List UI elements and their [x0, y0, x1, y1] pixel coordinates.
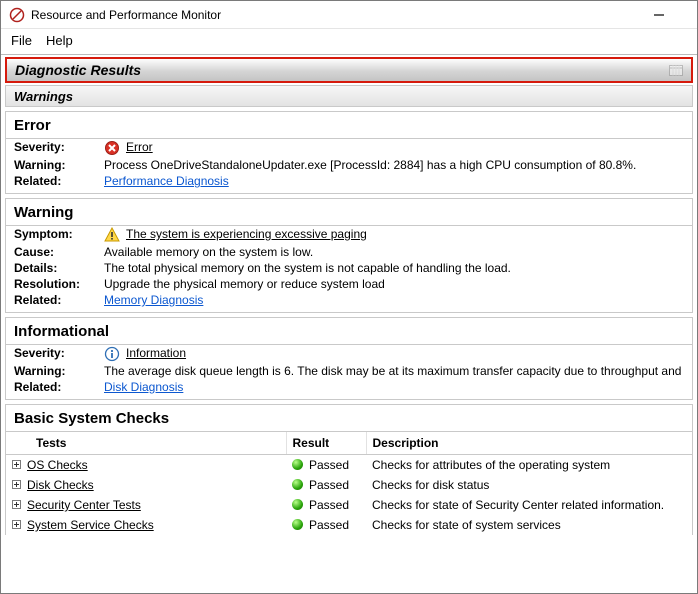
- info-panel: Informational Severity: Information Warn…: [5, 317, 693, 400]
- expand-icon[interactable]: [12, 520, 21, 529]
- error-related-label: Related:: [14, 174, 104, 188]
- error-warning-text: Process OneDriveStandaloneUpdater.exe [P…: [104, 158, 636, 172]
- error-panel: Error Severity: Error Warning: Process O…: [5, 111, 693, 194]
- checks-table: Tests Result Description OS Checks Passed…: [6, 432, 692, 535]
- table-row: Disk Checks Passed Checks for disk status: [6, 475, 692, 495]
- error-severity-label: Severity:: [14, 140, 104, 156]
- info-warning-text: The average disk queue length is 6. The …: [104, 364, 684, 378]
- test-link[interactable]: Disk Checks: [27, 478, 94, 492]
- info-panel-title: Informational: [6, 318, 692, 345]
- warning-icon: [104, 227, 120, 243]
- warning-resolution-label: Resolution:: [14, 277, 104, 291]
- warning-resolution-text: Upgrade the physical memory or reduce sy…: [104, 277, 385, 291]
- expand-icon[interactable]: [12, 500, 21, 509]
- result-text: Passed: [309, 458, 349, 472]
- table-row: Security Center Tests Passed Checks for st…: [6, 495, 692, 515]
- col-tests[interactable]: Tests: [6, 432, 286, 455]
- checks-panel-title: Basic System Checks: [6, 405, 692, 432]
- diagnostic-results-header[interactable]: Diagnostic Results: [5, 57, 693, 83]
- menubar: File Help: [1, 29, 697, 54]
- info-related-label: Related:: [14, 380, 104, 394]
- test-link[interactable]: OS Checks: [27, 458, 88, 472]
- memory-diagnosis-link[interactable]: Memory Diagnosis: [104, 293, 203, 307]
- test-link[interactable]: Security Center Tests: [27, 498, 141, 512]
- info-severity-link[interactable]: Information: [126, 346, 186, 360]
- warning-panel: Warning Symptom: The system is experienc…: [5, 198, 693, 313]
- expand-icon[interactable]: [12, 480, 21, 489]
- error-warning-label: Warning:: [14, 158, 104, 172]
- info-icon: [104, 346, 120, 362]
- col-description[interactable]: Description: [366, 432, 692, 455]
- info-severity-label: Severity:: [14, 346, 104, 362]
- test-link[interactable]: System Service Checks: [27, 518, 154, 532]
- status-pass-icon: [292, 479, 303, 490]
- menu-help[interactable]: Help: [46, 33, 73, 48]
- warning-cause-text: Available memory on the system is low.: [104, 245, 313, 259]
- table-row: OS Checks Passed Checks for attributes of …: [6, 455, 692, 476]
- table-row: System Service Checks Passed Checks for st…: [6, 515, 692, 535]
- diagnostic-results-title: Diagnostic Results: [15, 62, 669, 78]
- warning-panel-title: Warning: [6, 199, 692, 226]
- performance-diagnosis-link[interactable]: Performance Diagnosis: [104, 174, 229, 188]
- result-text: Passed: [309, 498, 349, 512]
- app-icon: [9, 7, 25, 23]
- warning-symptom-label: Symptom:: [14, 227, 104, 243]
- description-text: Checks for attributes of the operating s…: [366, 455, 692, 476]
- description-text: Checks for state of Security Center rela…: [366, 495, 692, 515]
- error-severity-link[interactable]: Error: [126, 140, 153, 154]
- warning-related-label: Related:: [14, 293, 104, 307]
- checks-panel: Basic System Checks Tests Result Descrip…: [5, 404, 693, 535]
- error-panel-title: Error: [6, 112, 692, 139]
- calendar-icon: [669, 64, 683, 76]
- warning-details-label: Details:: [14, 261, 104, 275]
- warning-details-text: The total physical memory on the system …: [104, 261, 511, 275]
- info-warning-label: Warning:: [14, 364, 104, 378]
- status-pass-icon: [292, 519, 303, 530]
- expand-icon[interactable]: [12, 460, 21, 469]
- status-pass-icon: [292, 499, 303, 510]
- warnings-header[interactable]: Warnings: [5, 85, 693, 107]
- description-text: Checks for state of system services: [366, 515, 692, 535]
- warning-cause-label: Cause:: [14, 245, 104, 259]
- disk-diagnosis-link[interactable]: Disk Diagnosis: [104, 380, 183, 394]
- description-text: Checks for disk status: [366, 475, 692, 495]
- minimize-button[interactable]: [653, 9, 689, 21]
- error-icon: [104, 140, 120, 156]
- warning-symptom-link[interactable]: The system is experiencing excessive pag…: [126, 227, 367, 241]
- window-title: Resource and Performance Monitor: [31, 8, 653, 22]
- status-pass-icon: [292, 459, 303, 470]
- col-result[interactable]: Result: [286, 432, 366, 455]
- result-text: Passed: [309, 518, 349, 532]
- result-text: Passed: [309, 478, 349, 492]
- menu-file[interactable]: File: [11, 33, 32, 48]
